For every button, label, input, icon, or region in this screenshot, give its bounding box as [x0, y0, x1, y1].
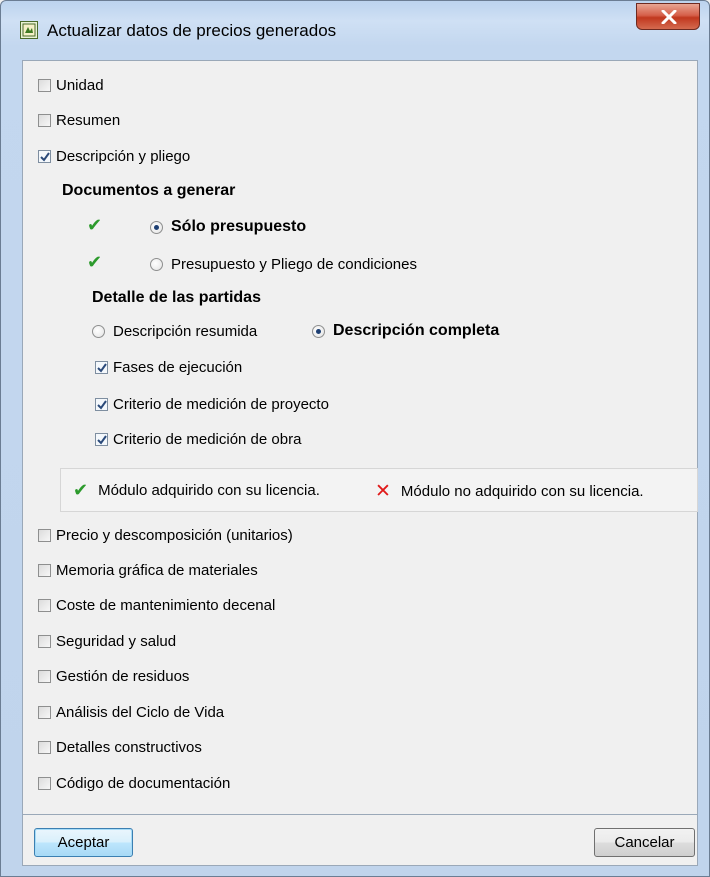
footer-divider — [22, 814, 698, 815]
checkbox[interactable] — [38, 563, 51, 577]
option-codigo-documentacion[interactable]: Código de documentación — [38, 772, 230, 794]
option-precio-descomposicion[interactable]: Precio y descomposición (unitarios) — [38, 524, 293, 546]
option-label: Análisis del Ciclo de Vida — [56, 703, 225, 721]
option-analisis-ciclo-vida[interactable]: Análisis del Ciclo de Vida — [38, 701, 224, 723]
close-x-icon — [661, 10, 677, 24]
option-label: Descripción completa — [333, 322, 500, 339]
option-memoria-grafica[interactable]: Memoria gráfica de materiales — [38, 559, 258, 581]
title-bar[interactable]: Actualizar datos de precios generados — [1, 1, 709, 57]
checkbox[interactable] — [38, 113, 51, 127]
legend-licensed-label: Módulo adquirido con su licencia. — [98, 482, 320, 499]
option-detalles-constructivos[interactable]: Detalles constructivos — [38, 736, 202, 758]
check-icon — [40, 151, 50, 162]
option-seguridad-salud[interactable]: Seguridad y salud — [38, 630, 176, 652]
option-coste-mantenimiento[interactable]: Coste de mantenimiento decenal — [38, 594, 275, 616]
checkbox[interactable] — [38, 669, 51, 683]
checkbox[interactable] — [38, 149, 51, 163]
license-legend: ✔ Módulo adquirido con su licencia. ✕ Mó… — [60, 468, 698, 512]
option-label: Coste de mantenimiento decenal — [56, 596, 276, 614]
cancel-button[interactable]: Cancelar — [594, 828, 695, 857]
option-label: Precio y descomposición (unitarios) — [56, 526, 293, 544]
option-label: Sólo presupuesto — [171, 218, 307, 235]
checkbox[interactable] — [95, 397, 108, 411]
option-label: Unidad — [56, 76, 104, 94]
option-label: Fases de ejecución — [113, 358, 243, 376]
option-unidad[interactable]: Unidad — [38, 74, 104, 96]
close-button[interactable] — [636, 3, 700, 30]
checkbox[interactable] — [38, 528, 51, 542]
option-label: Resumen — [56, 111, 121, 129]
window-title: Actualizar datos de precios generados — [47, 21, 337, 40]
option-label: Detalles constructivos — [56, 738, 202, 756]
radio-descripcion-resumida[interactable]: Descripción resumida — [92, 320, 257, 342]
checkbox[interactable] — [38, 776, 51, 790]
radio-button[interactable] — [150, 257, 163, 271]
checkbox[interactable] — [38, 740, 51, 754]
check-icon — [97, 399, 107, 410]
checkbox[interactable] — [95, 432, 108, 446]
radio-button[interactable] — [150, 220, 163, 234]
option-gestion-residuos[interactable]: Gestión de residuos — [38, 665, 189, 687]
option-label: Criterio de medición de proyecto — [113, 395, 329, 413]
radio-descripcion-completa[interactable]: Descripción completa — [312, 320, 499, 342]
radio-solo-presupuesto[interactable]: Sólo presupuesto — [150, 216, 306, 238]
option-resumen[interactable]: Resumen — [38, 109, 120, 131]
option-label: Descripción resumida — [113, 322, 258, 340]
option-criterio-proyecto[interactable]: Criterio de medición de proyecto — [95, 393, 329, 415]
radio-button[interactable] — [92, 324, 105, 338]
checkbox[interactable] — [38, 598, 51, 612]
app-icon — [20, 21, 38, 39]
option-criterio-obra[interactable]: Criterio de medición de obra — [95, 428, 301, 450]
option-label: Seguridad y salud — [56, 632, 177, 650]
checkbox[interactable] — [38, 705, 51, 719]
check-icon — [97, 434, 107, 445]
option-label: Código de documentación — [56, 774, 231, 792]
option-descripcion-pliego[interactable]: Descripción y pliego — [38, 145, 190, 167]
legend-not-licensed: ✕ Módulo no adquirido con su licencia. — [375, 480, 644, 503]
option-label: Gestión de residuos — [56, 667, 190, 685]
licensed-check-icon: ✔ — [73, 480, 89, 500]
accept-button[interactable]: Aceptar — [34, 828, 133, 857]
documents-heading: Documentos a generar — [62, 182, 236, 199]
option-label: Memoria gráfica de materiales — [56, 561, 258, 579]
licensed-check-icon: ✔ — [87, 252, 103, 272]
radio-presupuesto-pliego[interactable]: Presupuesto y Pliego de condiciones — [150, 253, 417, 275]
checkbox[interactable] — [95, 360, 108, 374]
option-label: Criterio de medición de obra — [113, 430, 302, 448]
option-label: Descripción y pliego — [56, 147, 191, 165]
checkbox[interactable] — [38, 78, 51, 92]
radio-button[interactable] — [312, 324, 325, 338]
check-icon — [97, 362, 107, 373]
option-label: Presupuesto y Pliego de condiciones — [171, 255, 417, 273]
legend-not-licensed-label: Módulo no adquirido con su licencia. — [400, 483, 644, 500]
licensed-check-icon: ✔ — [87, 215, 103, 235]
checkbox[interactable] — [38, 634, 51, 648]
not-licensed-x-icon: ✕ — [375, 481, 391, 502]
option-fases-ejecucion[interactable]: Fases de ejecución — [95, 356, 242, 378]
legend-licensed: ✔ Módulo adquirido con su licencia. — [73, 480, 320, 501]
detail-heading: Detalle de las partidas — [92, 289, 261, 306]
